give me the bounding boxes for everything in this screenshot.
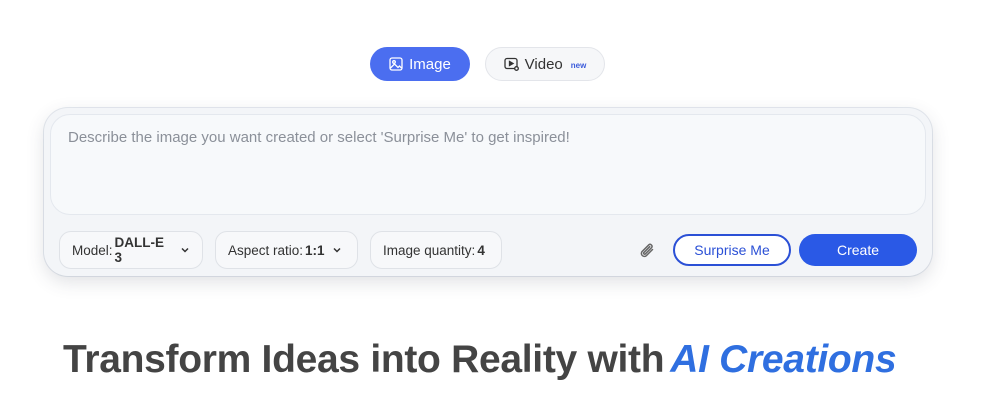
tab-image[interactable]: Image (370, 47, 470, 81)
prompt-input[interactable] (68, 129, 908, 200)
page-headline: Transform Ideas into Reality with AI Crea… (63, 338, 897, 382)
chevron-down-icon (180, 245, 190, 255)
aspect-ratio-value: 1:1 (305, 242, 325, 258)
model-value: DALL-E 3 (114, 235, 165, 265)
create-button[interactable]: Create (799, 234, 917, 266)
tab-video-label: Video (524, 55, 563, 73)
mode-tabs: Image Video new (370, 47, 605, 81)
model-select[interactable]: Model: DALL-E 3 (59, 231, 203, 269)
new-badge: new (570, 60, 587, 70)
tab-image-label: Image (409, 55, 451, 73)
image-quantity-select[interactable]: Image quantity: 4 (370, 231, 502, 269)
paperclip-icon[interactable] (636, 239, 660, 263)
chevron-down-icon (332, 245, 342, 255)
surprise-me-button[interactable]: Surprise Me (673, 234, 791, 266)
prompt-box (50, 114, 926, 215)
aspect-ratio-select[interactable]: Aspect ratio: 1:1 (215, 231, 358, 269)
headline-main: Transform Ideas into Reality with (63, 338, 665, 381)
image-quantity-value: 4 (477, 242, 485, 258)
aspect-ratio-label: Aspect ratio: (228, 242, 304, 258)
image-quantity-label: Image quantity: (383, 242, 476, 258)
tab-video[interactable]: Video new (485, 47, 605, 81)
image-icon (389, 57, 403, 71)
model-label: Model: (72, 242, 113, 258)
video-icon (504, 57, 519, 71)
headline-accent: AI Creations (670, 338, 897, 381)
